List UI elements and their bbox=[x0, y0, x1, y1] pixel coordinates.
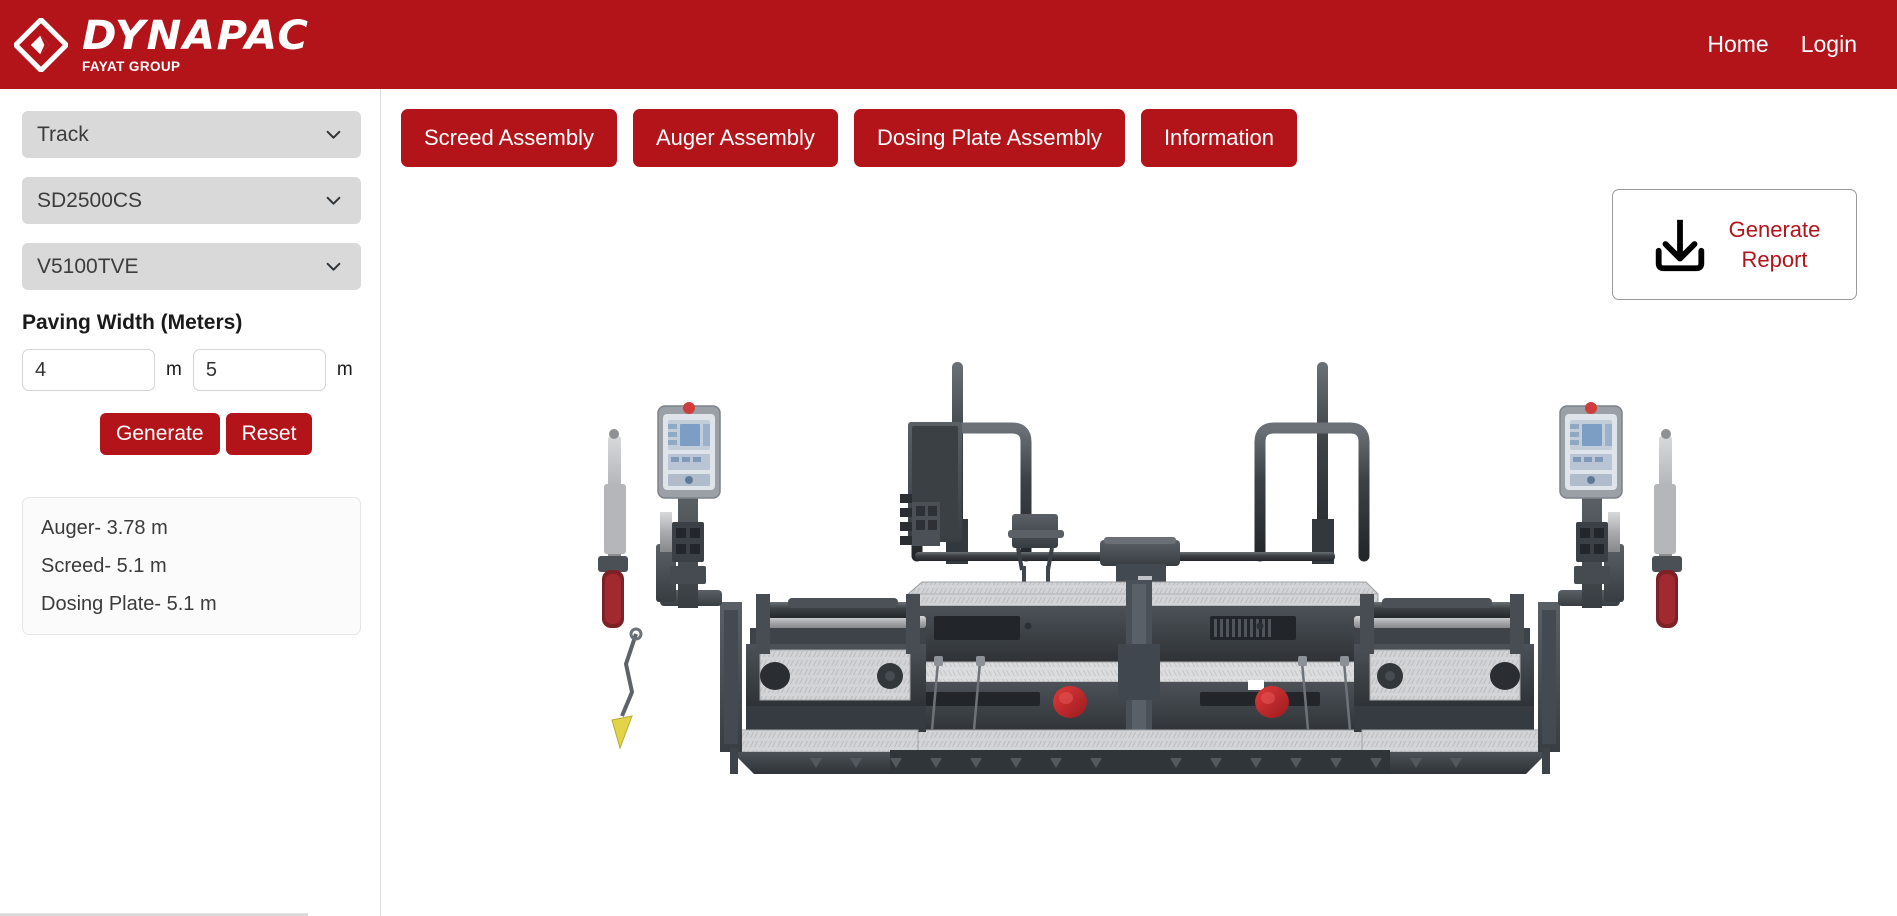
screed-assembly-render bbox=[597, 362, 1682, 774]
nav-login[interactable]: Login bbox=[1801, 33, 1857, 56]
tab-screed-assembly[interactable]: Screed Assembly bbox=[401, 109, 617, 167]
machine-model-select-wrap: SD2500CS bbox=[22, 177, 361, 224]
nav-home[interactable]: Home bbox=[1707, 33, 1768, 56]
download-icon bbox=[1655, 219, 1704, 271]
paving-width-left-unit: m bbox=[166, 359, 182, 380]
brand-text-block: DYNAPAC FAYAT GROUP bbox=[82, 16, 308, 74]
brand-logo[interactable]: DYNAPAC FAYAT GROUP bbox=[14, 16, 308, 74]
tab-auger-assembly[interactable]: Auger Assembly bbox=[632, 109, 838, 167]
paving-width-left-input[interactable] bbox=[22, 349, 155, 391]
paving-width-right-input[interactable] bbox=[192, 349, 326, 391]
paving-width-right-unit: m bbox=[336, 359, 353, 380]
brand-name: DYNAPAC bbox=[82, 12, 310, 59]
screed-model-select-wrap: V5100TVE bbox=[22, 243, 361, 290]
tab-dosing-plate-assembly[interactable]: Dosing Plate Assembly bbox=[853, 109, 1125, 167]
result-auger: Auger- 3.78 m bbox=[41, 517, 168, 540]
machine-model-select[interactable]: SD2500CS bbox=[22, 177, 361, 224]
tab-information[interactable]: Information bbox=[1140, 109, 1297, 167]
results-card: Auger- 3.78 m Screed- 5.1 m Dosing Plate… bbox=[22, 497, 361, 636]
generate-report-label: Generate Report bbox=[1728, 216, 1821, 272]
result-dosing-plate: Dosing Plate- 5.1 m bbox=[41, 593, 217, 616]
machine-type-select-wrap: Track bbox=[22, 111, 361, 158]
brand-subtitle: FAYAT GROUP bbox=[82, 58, 181, 74]
machine-type-select[interactable]: Track bbox=[22, 111, 361, 158]
sidebar-action-row: Generate Reset bbox=[100, 413, 358, 456]
config-sidebar: Track SD2500CS V5100TVE Paving Width (Me… bbox=[0, 89, 381, 916]
paving-width-row: m m bbox=[22, 349, 358, 391]
screed-model-select[interactable]: V5100TVE bbox=[22, 243, 361, 290]
result-screed: Screed- 5.1 m bbox=[41, 555, 167, 578]
main-content: Screed Assembly Auger Assembly Dosing Pl… bbox=[382, 89, 1897, 916]
assembly-tab-bar: Screed Assembly Auger Assembly Dosing Pl… bbox=[401, 109, 1297, 167]
dynapac-diamond-logo-icon bbox=[14, 17, 68, 72]
reset-button[interactable]: Reset bbox=[225, 413, 313, 456]
app-root: DYNAPAC FAYAT GROUP Home Login Track SD2… bbox=[0, 0, 1897, 916]
paving-width-label: Paving Width (Meters) bbox=[22, 311, 243, 334]
app-header: DYNAPAC FAYAT GROUP Home Login bbox=[0, 0, 1897, 89]
generate-button[interactable]: Generate bbox=[100, 413, 220, 456]
header-nav: Home Login bbox=[1707, 33, 1857, 56]
machine-viewer[interactable] bbox=[382, 279, 1897, 839]
